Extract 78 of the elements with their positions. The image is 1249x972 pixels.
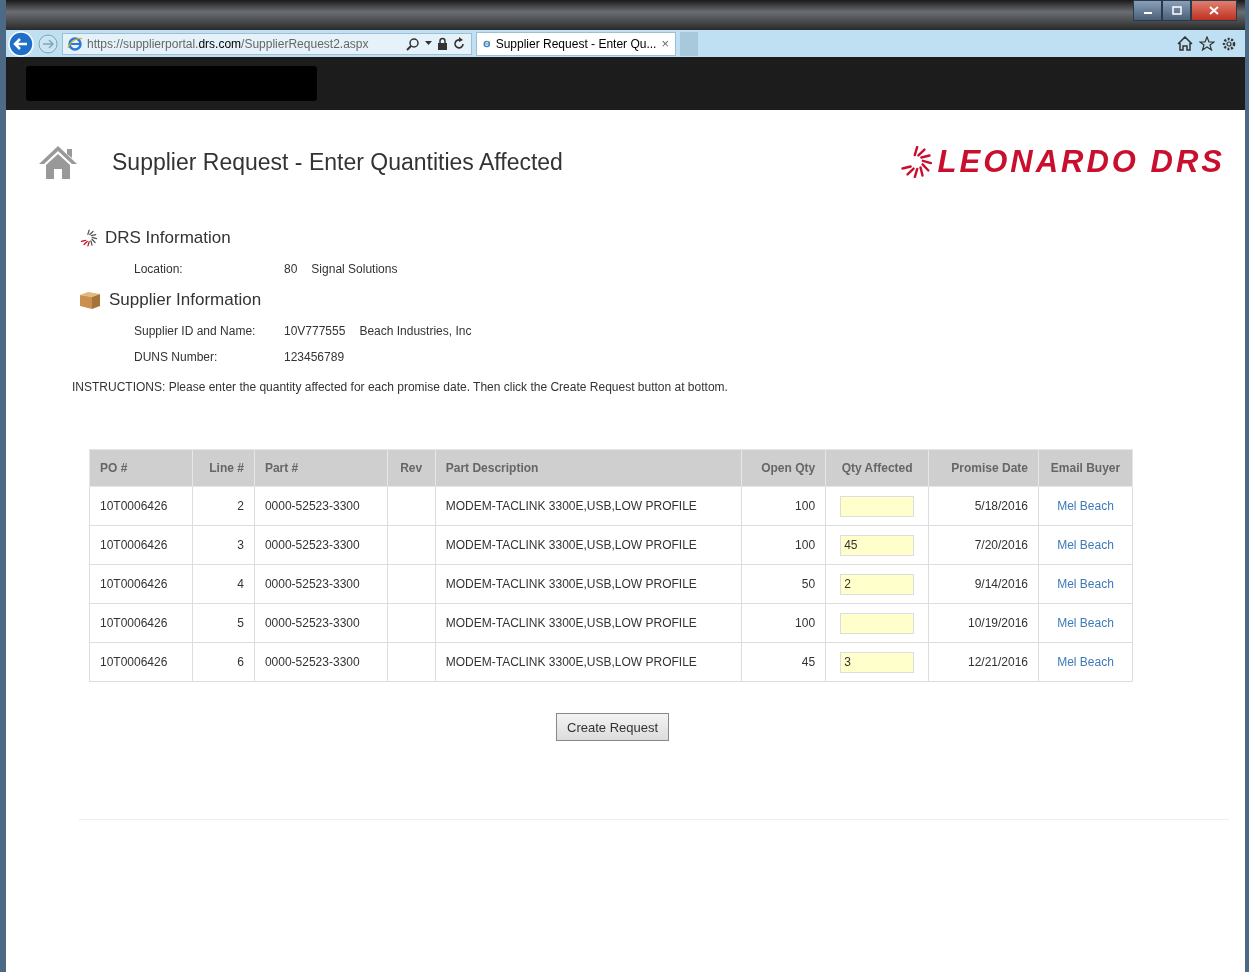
- table-cell: MODEM-TACLINK 3300E,USB,LOW PROFILE: [445, 655, 697, 669]
- field-value: Signal Solutions: [311, 262, 398, 276]
- url-text: https://supplierportal.drs.com/SupplierRequest2.aspx: [87, 36, 370, 51]
- table-cell: 3: [237, 538, 244, 552]
- table-cell: 0000-52523-3300: [264, 538, 360, 552]
- field-value: Beach Industries, Inc: [359, 324, 472, 338]
- table-cell: MODEM-TACLINK 3300E,USB,LOW PROFILE: [445, 616, 697, 630]
- back-button[interactable]: [8, 30, 34, 57]
- table-cell: 10T0006426: [100, 538, 168, 552]
- section-heading: DRS Information: [105, 228, 231, 248]
- column-header: Qty Affected: [841, 461, 913, 475]
- browser-logo-icon: [67, 35, 83, 52]
- table-cell: 45: [801, 655, 816, 669]
- star-icon[interactable]: [1199, 35, 1215, 51]
- home-icon[interactable]: [1177, 35, 1193, 51]
- table-cell: 2: [237, 499, 244, 513]
- table-cell: 0000-52523-3300: [264, 655, 360, 669]
- table-cell: 10/19/2016: [967, 616, 1029, 630]
- column-header: Promise Date: [951, 461, 1029, 475]
- dropdown-caret-icon[interactable]: [425, 41, 432, 46]
- table-cell: 0000-52523-3300: [264, 577, 360, 591]
- table-cell: 10T0006426: [100, 616, 168, 630]
- quantity-field[interactable]: [840, 495, 915, 517]
- quantity-field[interactable]: 2: [840, 573, 915, 595]
- table-cell: 7/20/2016: [974, 538, 1029, 552]
- table-cell: 4: [237, 577, 244, 591]
- field-value: 123456789: [284, 350, 345, 364]
- table-cell: 12/21/2016: [967, 655, 1029, 669]
- column-header: Part Description: [445, 461, 539, 475]
- table-cell: 6: [237, 655, 244, 669]
- refresh-icon[interactable]: [453, 37, 465, 50]
- table-cell: 100: [795, 538, 816, 552]
- table-cell: MODEM-TACLINK 3300E,USB,LOW PROFILE: [445, 577, 697, 591]
- search-icon[interactable]: [406, 36, 420, 51]
- table-cell: 10T0006426: [100, 577, 168, 591]
- column-header: Line #: [209, 461, 244, 475]
- table-cell: 100: [795, 616, 816, 630]
- box-icon: [79, 290, 101, 310]
- field-value: 10V777555: [284, 324, 346, 338]
- address-bar[interactable]: https://supplierportal.drs.com/SupplierRequest2.aspx: [62, 32, 472, 55]
- field-label: Location:: [134, 262, 184, 276]
- lock-icon[interactable]: [437, 37, 448, 50]
- table-cell: MODEM-TACLINK 3300E,USB,LOW PROFILE: [445, 499, 697, 513]
- instructions-text: INSTRUCTIONS: Please enter the quantity affected for each promise date. Then click the Create Request button at bottom.: [72, 380, 729, 394]
- field-value: 80: [284, 262, 298, 276]
- column-header: Email Buyer: [1050, 461, 1121, 475]
- table-cell: 5/18/2016: [974, 499, 1029, 513]
- table-cell: 0000-52523-3300: [264, 499, 360, 513]
- table-cell: MODEM-TACLINK 3300E,USB,LOW PROFILE: [445, 538, 697, 552]
- close-button[interactable]: [1191, 0, 1237, 21]
- quantity-field[interactable]: 45: [840, 534, 915, 556]
- page-title: Supplier Request - Enter Quantities Affected: [112, 148, 563, 176]
- table-cell: 9/14/2016: [974, 577, 1029, 591]
- table-cell: 10T0006426: [100, 655, 168, 669]
- quantity-field[interactable]: 3: [840, 651, 915, 673]
- create-request-button[interactable]: Create Request: [556, 713, 670, 741]
- table-cell: 0000-52523-3300: [264, 616, 360, 630]
- column-header: Rev: [400, 461, 423, 475]
- maximize-button[interactable]: [1162, 0, 1191, 21]
- table-cell: 10T0006426: [100, 499, 168, 513]
- column-header: Part #: [264, 461, 299, 475]
- starburst-icon: [79, 229, 97, 247]
- column-header: Open Qty: [761, 461, 816, 475]
- field-label: DUNS Number:: [134, 350, 219, 364]
- field-label: Supplier ID and Name:: [134, 324, 257, 338]
- quantity-field[interactable]: [840, 612, 915, 634]
- close-icon: [1209, 6, 1219, 15]
- maximize-icon: [1171, 6, 1182, 15]
- table-cell: 100: [795, 499, 816, 513]
- settings-icon[interactable]: [1221, 35, 1237, 52]
- minimize-button[interactable]: [1133, 0, 1162, 21]
- table-cell: 5: [237, 616, 244, 630]
- browser-tab[interactable]: Supplier Request - Enter Qu... ×: [476, 31, 676, 56]
- section-heading: Supplier Information: [109, 290, 262, 310]
- column-header: PO #: [100, 461, 128, 475]
- tab-close-button[interactable]: ×: [661, 36, 669, 51]
- company-logo: LEONARDO DRS: [937, 144, 1225, 180]
- table-cell: 50: [801, 577, 816, 591]
